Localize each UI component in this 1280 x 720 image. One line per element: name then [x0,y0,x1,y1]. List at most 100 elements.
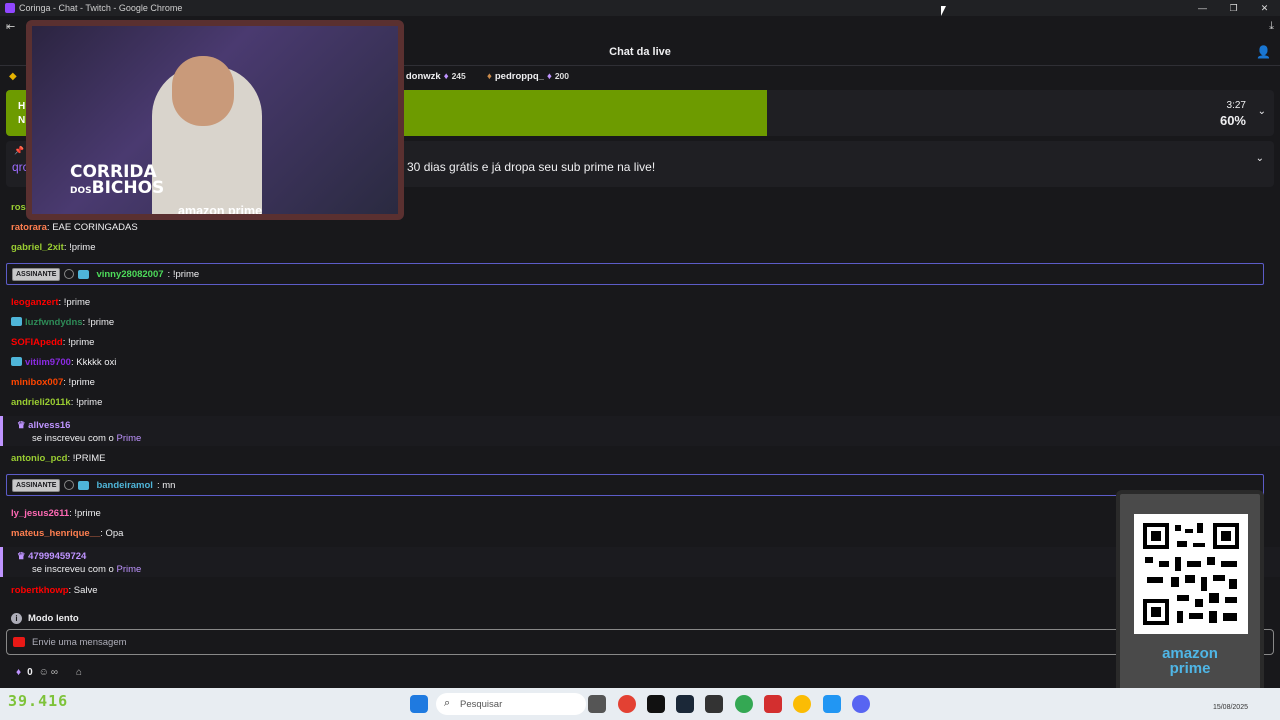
chat-username[interactable]: ratorara [11,222,47,233]
chat-username[interactable]: bandeiramol [96,480,153,491]
mouse-cursor-icon [941,6,946,16]
chat-message: andrieli2011k: !prime [11,397,102,408]
subscriber-badge-icon [11,357,22,366]
leaderboard-user: donwzk [405,70,441,82]
chat-message: luzfwndydns: !prime [11,317,114,328]
terminal-icon[interactable] [705,695,723,713]
chat-text: : !prime [69,508,101,519]
windows-start-icon[interactable] [410,695,428,713]
minimize-icon[interactable]: — [1187,0,1218,16]
sub-username[interactable]: 47999459724 [28,551,86,562]
prediction-line-1: H [18,101,26,112]
chat-username[interactable]: luzfwndydns [25,317,83,328]
chat-text: : Kkkkk oxi [70,357,117,368]
streamer-head [172,56,234,126]
slow-mode-notice: i Modo lento [0,608,1280,628]
chat-username[interactable]: antonio_pcd [11,453,67,464]
leaderboard-entry[interactable]: ♦ donwzk ♦ 245 [398,71,466,82]
bichos-text: BICHOS [91,178,165,198]
viewer-count: 39.416 [8,692,69,710]
camera-icon[interactable] [13,637,25,647]
chat-text: : !prime [167,268,200,280]
twitch-favicon-icon [5,3,15,13]
subscriber-badge-icon [11,317,22,326]
chat-bottom-bar: ♦ 0 ☺ ∞ ⌂ [0,660,1280,685]
taskbar-search-label: Pesquisar [460,698,503,710]
community-users-icon[interactable]: 👤 [1256,45,1271,59]
chat-input[interactable]: Envie uma mensagem [6,629,1274,655]
robot-icon[interactable]: ⌂ [76,667,82,678]
prime-link[interactable]: Prime [116,433,141,444]
chat-message: robertkhowp: Salve [11,585,98,596]
prediction-time: 3:27 [1226,100,1246,111]
emote-icon[interactable]: ☺ [39,667,49,678]
highlighted-sub-message: ASSINANTE vinny28082007 : !prime [6,263,1264,285]
highlighted-sub-message: ASSINANTE bandeiramol: mn [6,474,1264,496]
chat-message: SOFIApedd: !prime [11,337,94,348]
chat-username[interactable]: mateus_henrique__ [11,528,100,539]
chat-text: : !prime [63,377,95,388]
collapse-chat-icon[interactable]: ⇤ [6,20,15,33]
chrome-active-icon[interactable] [735,695,753,713]
close-icon[interactable]: ✕ [1249,0,1280,16]
crown-icon: ♛ [17,420,26,431]
prime-sub-notice: ♛ allvess16 se inscreveu com o Prime [0,416,1280,446]
chat-message-list[interactable]: rosq ratorara: EAE CORINGADAS gabriel_2x… [0,190,1280,605]
maximize-icon[interactable]: ❐ [1218,0,1249,16]
chat-text: : !PRIME [67,453,106,464]
leaderboard-points: 245 [451,71,466,81]
chat-text: : !prime [58,297,91,308]
chat-message: ly_jesus2611: !prime [11,508,101,519]
chat-username[interactable]: vitiim9700 [25,357,71,368]
tiktok-icon[interactable] [647,695,665,713]
pin-icon: 📌 [14,146,24,155]
subscriber-label-badge: ASSINANTE [12,267,61,281]
discord-icon[interactable] [852,695,870,713]
bits-icon: ♦ [443,70,449,82]
qr-code [1134,514,1248,634]
amazon-prime-qr-card: amazon prime [1116,490,1264,706]
taskbar-search[interactable]: ⌕ Pesquisar [436,693,586,715]
chat-username[interactable]: ly_jesus2611 [11,508,69,519]
steam-icon[interactable] [676,695,694,713]
chat-username[interactable]: gabriel_2xit [11,242,64,253]
chevron-down-icon[interactable]: ⌄ [1256,153,1264,164]
download-icon[interactable]: ⤓ [1269,20,1274,33]
sub-text: se inscreveu com o [32,564,117,575]
info-icon[interactable]: i [11,612,22,624]
chat-text: : !prime [70,397,103,408]
chat-text: : !prime [82,317,115,328]
chat-text: : !prime [62,337,95,348]
chat-username[interactable]: robertkhowp [11,585,69,596]
chevron-down-icon[interactable]: ⌄ [1258,106,1266,117]
chat-text: : !prime [63,242,96,253]
app-red-icon[interactable] [764,695,782,713]
subscriber-badge-icon [78,269,90,279]
subscriber-badge-icon [78,480,90,490]
chat-username[interactable]: leoganzert [11,297,59,308]
crown-icon: ♛ [17,551,26,562]
chat-username[interactable]: SOFIApedd [11,337,63,348]
chat-username[interactable]: andrieli2011k [11,397,71,408]
chrome-icon[interactable] [618,695,636,713]
chat-username[interactable]: minibox007 [11,377,63,388]
amazon-prime-text: amazon prime [178,204,263,218]
prediction-percent: 60% [1219,113,1246,128]
chat-message: gabriel_2xit: !prime [11,242,96,253]
clock-badge-icon [64,269,75,279]
chat-message: ratorara: EAE CORINGADAS [11,222,138,233]
channel-points-icon[interactable]: ♦ [16,667,21,678]
browser-titlebar: Coringa - Chat - Twitch - Google Chrome … [0,0,1280,16]
app-blue-icon[interactable] [823,695,841,713]
chat-message: antonio_pcd: !PRIME [11,453,106,464]
prime-link[interactable]: Prime [116,564,141,575]
chat-username[interactable]: vinny28082007 [96,269,163,280]
streamer-webcam-overlay: CORRIDA DOSBICHOS amazon prime [26,20,404,220]
file-explorer-icon[interactable] [588,695,606,713]
leaderboard-entry[interactable]: ♦ pedroppq_ ♦ 200 [487,71,569,82]
bits-icon: ♦ [546,70,552,82]
chrome-profile-icon[interactable] [793,695,811,713]
sub-username[interactable]: allvess16 [28,420,70,431]
corrida-logo: CORRIDA DOSBICHOS [70,164,165,198]
chat-text: : EAE CORINGADAS [46,222,138,233]
